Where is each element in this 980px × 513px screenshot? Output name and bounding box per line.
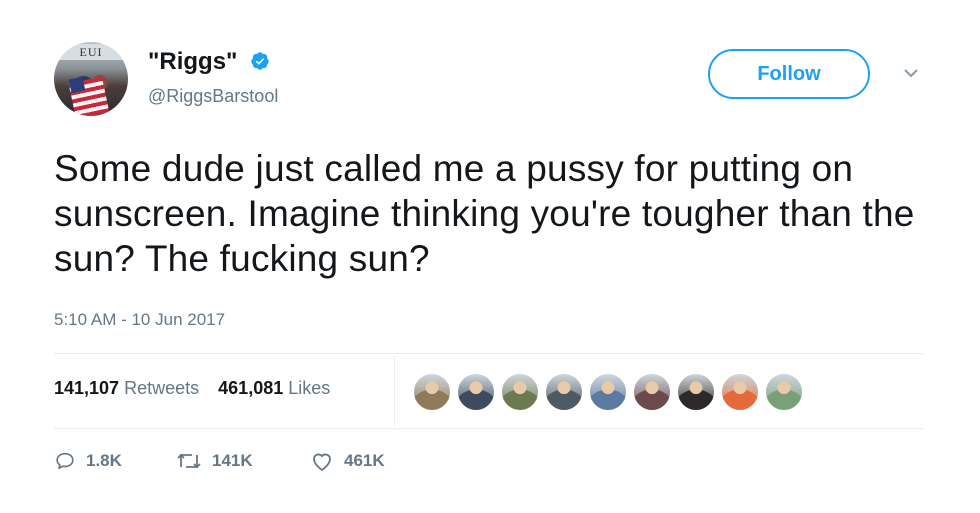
follow-button[interactable]: Follow	[708, 49, 870, 99]
retweet-icon	[177, 453, 201, 469]
likes-count: 461,081	[218, 378, 284, 398]
likes-label: Likes	[288, 378, 331, 398]
author-display-name[interactable]: "Riggs"	[148, 48, 237, 76]
retweets-stat[interactable]: 141,107 Retweets	[54, 378, 199, 399]
divider-top	[54, 353, 924, 354]
chevron-down-icon[interactable]	[902, 66, 920, 80]
tweet-timestamp[interactable]: 5:10 AM - 10 Jun 2017	[54, 310, 225, 330]
avatar-flag-canton	[68, 76, 86, 94]
liker-avatar-7[interactable]	[676, 372, 716, 412]
retweets-label: Retweets	[124, 378, 200, 398]
liker-avatar-5[interactable]	[588, 372, 628, 412]
liker-avatar-4[interactable]	[544, 372, 584, 412]
likes-stat[interactable]: 461,081 Likes	[218, 378, 330, 399]
liker-avatar-9[interactable]	[764, 372, 804, 412]
like-count: 461K	[344, 451, 385, 470]
author-handle[interactable]: @RiggsBarstool	[148, 86, 278, 107]
like-action[interactable]: 461K	[310, 450, 385, 472]
avatar-sign-text: EUI	[58, 44, 124, 60]
tweet-text: Some dude just called me a pussy for put…	[54, 148, 915, 279]
reply-count: 1.8K	[86, 451, 122, 470]
author-avatar[interactable]: EUI	[54, 42, 128, 116]
stats-separator	[394, 356, 395, 426]
verified-badge-icon	[251, 52, 269, 70]
reply-icon	[56, 452, 74, 470]
liker-avatar-6[interactable]	[632, 372, 672, 412]
retweet-count: 141K	[212, 451, 253, 470]
retweet-action[interactable]: 141K	[176, 450, 253, 472]
liker-avatar-8[interactable]	[720, 372, 760, 412]
reply-action[interactable]: 1.8K	[54, 450, 122, 472]
liker-avatar-3[interactable]	[500, 372, 540, 412]
retweets-count: 141,107	[54, 378, 120, 398]
heart-icon	[313, 453, 331, 471]
liker-avatar-2[interactable]	[456, 372, 496, 412]
tweet-stats: 141,107 Retweets 461,081 Likes	[54, 378, 344, 399]
divider-bottom	[54, 428, 924, 429]
liker-avatar-1[interactable]	[412, 372, 452, 412]
